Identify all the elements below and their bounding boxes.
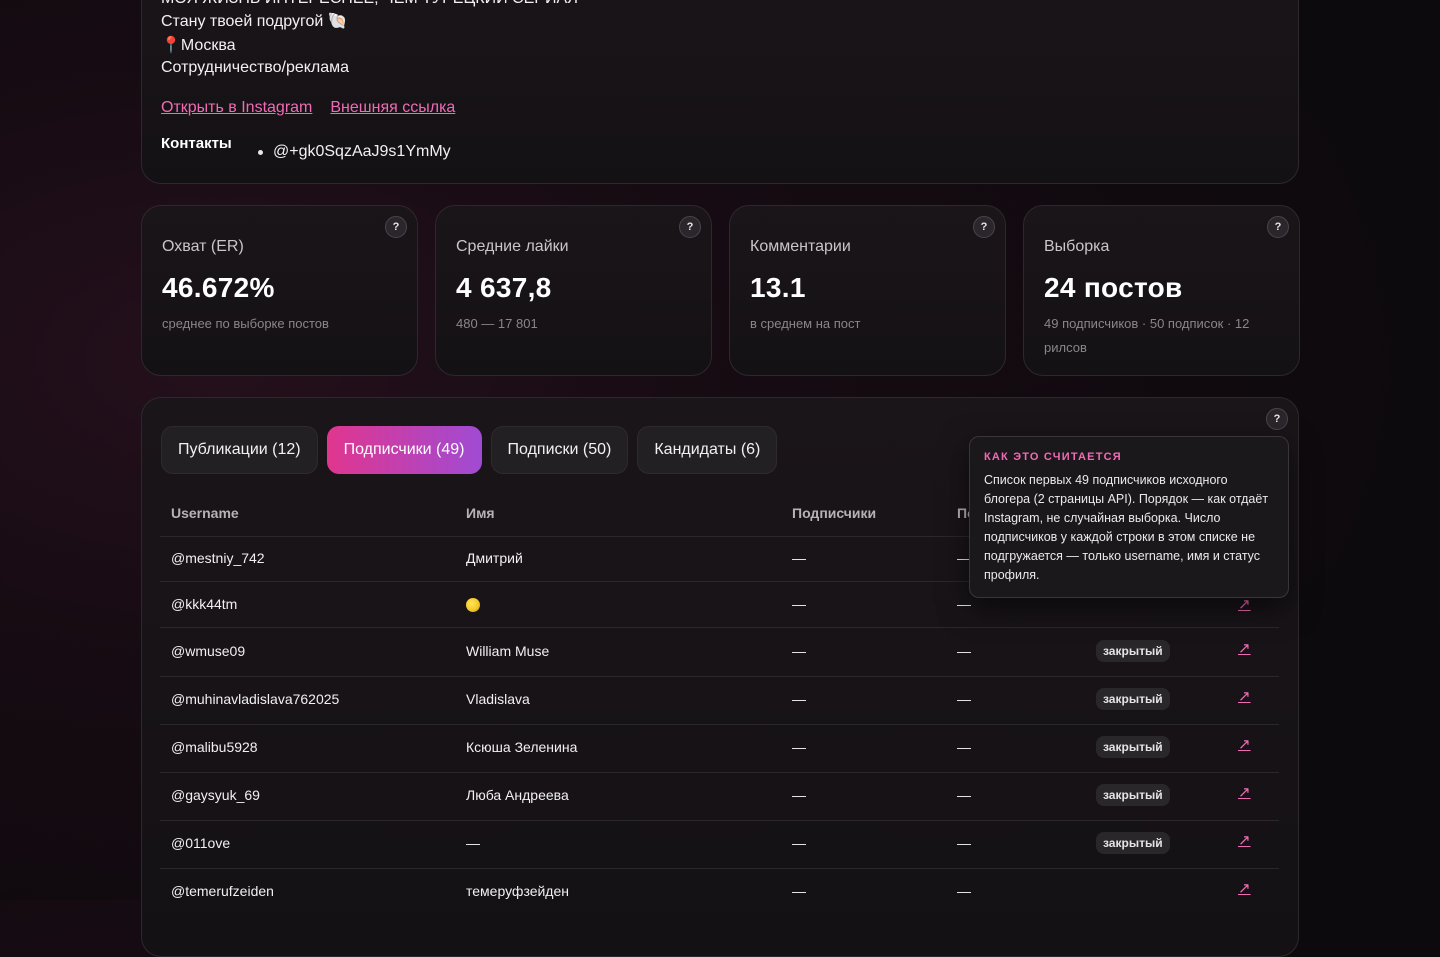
tab-candidates[interactable]: Кандидаты (6) <box>637 426 778 474</box>
row-username[interactable]: @gaysyuk_69 <box>171 787 260 803</box>
row-followers: — <box>792 643 806 659</box>
row-following: — <box>957 643 971 659</box>
open-instagram-link[interactable]: Открыть в Instagram <box>161 99 312 117</box>
external-link[interactable]: Внешняя ссылка <box>330 99 455 117</box>
stat-card-likes: ? Средние лайки 4 637,8 480 — 17 801 <box>435 205 712 376</box>
tab-bar: Публикации (12) Подписчики (49) Подписки… <box>161 426 778 474</box>
row-followers: — <box>792 883 806 899</box>
stat-label: Комментарии <box>750 238 851 255</box>
row-followers: — <box>792 835 806 851</box>
row-username[interactable]: @muhinavladislava762025 <box>171 691 339 707</box>
table-row[interactable]: @malibu5928 Ксюша Зеленина — — закрытый … <box>160 724 1279 773</box>
profile-links: Открыть в Instagram Внешняя ссылка <box>161 99 455 117</box>
column-username[interactable]: Username <box>171 505 239 521</box>
stat-card-sample: ? Выборка 24 постов 49 подписчиков · 50 … <box>1023 205 1300 376</box>
row-following: — <box>957 691 971 707</box>
row-following: — <box>957 596 971 612</box>
stat-card-comments: ? Комментарии 13.1 в среднем на пост <box>729 205 1006 376</box>
contact-item: @+gk0SqzAaJ9s1YmMy <box>258 143 451 161</box>
open-profile-arrow-icon[interactable]: ↗ <box>1238 735 1251 753</box>
help-icon[interactable]: ? <box>1266 408 1288 430</box>
stat-card-reach: ? Охват (ER) 46.672% среднее по выборке … <box>141 205 418 376</box>
help-tooltip: КАК ЭТО СЧИТАЕТСЯ Список первых 49 подпи… <box>969 436 1289 598</box>
table-row[interactable]: @muhinavladislava762025 Vladislava — — з… <box>160 676 1279 725</box>
contact-value: @+gk0SqzAaJ9s1YmMy <box>273 143 451 160</box>
table-row[interactable]: @temerufzeiden темеруфзейден — — ↗ <box>160 868 1279 916</box>
row-following: — <box>957 883 971 899</box>
moon-icon <box>466 598 480 613</box>
open-profile-arrow-icon[interactable]: ↗ <box>1238 639 1251 657</box>
bio-line-clipped: МОЯ ЖИЗНЬ ИНТЕРЕСНЕЕ, ЧЕМ ТУРЕЦКИЙ СЕРИА… <box>161 0 578 8</box>
row-name: William Muse <box>466 643 550 659</box>
tab-following[interactable]: Подписки (50) <box>490 426 629 474</box>
row-name: темеруфзейден <box>466 883 569 899</box>
row-name-emoji <box>466 596 480 613</box>
help-icon[interactable]: ? <box>1267 216 1289 238</box>
status-badge: закрытый <box>1096 640 1170 662</box>
bio-line-2: 📍Москва <box>161 37 236 54</box>
tab-publications[interactable]: Публикации (12) <box>161 426 318 474</box>
tooltip-body: Список первых 49 подписчиков исходного б… <box>984 473 1269 582</box>
open-profile-arrow-icon[interactable]: ↗ <box>1238 687 1251 705</box>
column-name[interactable]: Имя <box>466 505 495 521</box>
status-badge: закрытый <box>1096 832 1170 854</box>
bio-line-1: Стану твоей подругой 🐚 <box>161 13 348 30</box>
contacts-title: Контакты <box>161 135 232 152</box>
stat-subtext: 480 — 17 801 <box>456 316 538 331</box>
row-followers: — <box>792 691 806 707</box>
help-icon[interactable]: ? <box>973 216 995 238</box>
stat-label: Охват (ER) <box>162 238 244 255</box>
stat-value: 13.1 <box>750 272 806 303</box>
column-followers[interactable]: Подписчики <box>792 505 876 521</box>
tooltip-title: КАК ЭТО СЧИТАЕТСЯ <box>984 451 1122 463</box>
row-following: — <box>957 835 971 851</box>
row-username[interactable]: @wmuse09 <box>171 643 245 659</box>
stat-label: Средние лайки <box>456 238 569 255</box>
open-profile-arrow-icon[interactable]: ↗ <box>1238 783 1251 801</box>
stat-value: 46.672% <box>162 272 275 303</box>
table-row[interactable]: @gaysyuk_69 Люба Андреева — — закрытый ↗ <box>160 772 1279 821</box>
row-followers: — <box>792 739 806 755</box>
row-following: — <box>957 739 971 755</box>
help-icon[interactable]: ? <box>385 216 407 238</box>
row-following: — <box>957 787 971 803</box>
stat-value: 4 637,8 <box>456 272 552 303</box>
tab-followers[interactable]: Подписчики (49) <box>326 426 482 474</box>
table-row[interactable]: @wmuse09 William Muse — — закрытый ↗ <box>160 628 1279 677</box>
open-profile-arrow-icon[interactable]: ↗ <box>1238 831 1251 849</box>
help-icon[interactable]: ? <box>679 216 701 238</box>
row-followers: — <box>792 787 806 803</box>
row-followers: — <box>792 596 806 612</box>
row-name: Дмитрий <box>466 550 523 566</box>
table-row[interactable]: @011ove — — — закрытый ↗ <box>160 820 1279 869</box>
stat-subtext: в среднем на пост <box>750 316 861 331</box>
bio-line-3: Сотрудничество/реклама <box>161 59 350 76</box>
row-username[interactable]: @temerufzeiden <box>171 883 274 899</box>
row-name: Ксюша Зеленина <box>466 739 578 755</box>
status-badge: закрытый <box>1096 688 1170 710</box>
stat-label: Выборка <box>1044 238 1110 255</box>
stat-value: 24 постов <box>1044 272 1183 303</box>
row-username[interactable]: @kkk44tm <box>171 596 237 612</box>
status-badge: закрытый <box>1096 784 1170 806</box>
row-username[interactable]: @malibu5928 <box>171 739 258 755</box>
stat-subtext: среднее по выборке постов <box>162 316 329 331</box>
row-name: — <box>466 835 480 851</box>
open-profile-arrow-icon[interactable]: ↗ <box>1238 879 1251 897</box>
status-badge: закрытый <box>1096 736 1170 758</box>
row-username[interactable]: @011ove <box>171 835 230 851</box>
row-name: Vladislava <box>466 691 530 707</box>
row-followers: — <box>792 550 806 566</box>
bullet-icon <box>258 149 263 155</box>
row-username[interactable]: @mestniy_742 <box>171 550 265 566</box>
row-name: Люба Андреева <box>466 787 569 803</box>
stat-subtext: 49 подписчиков · 50 подписок · 12 рилсов <box>1044 316 1250 355</box>
